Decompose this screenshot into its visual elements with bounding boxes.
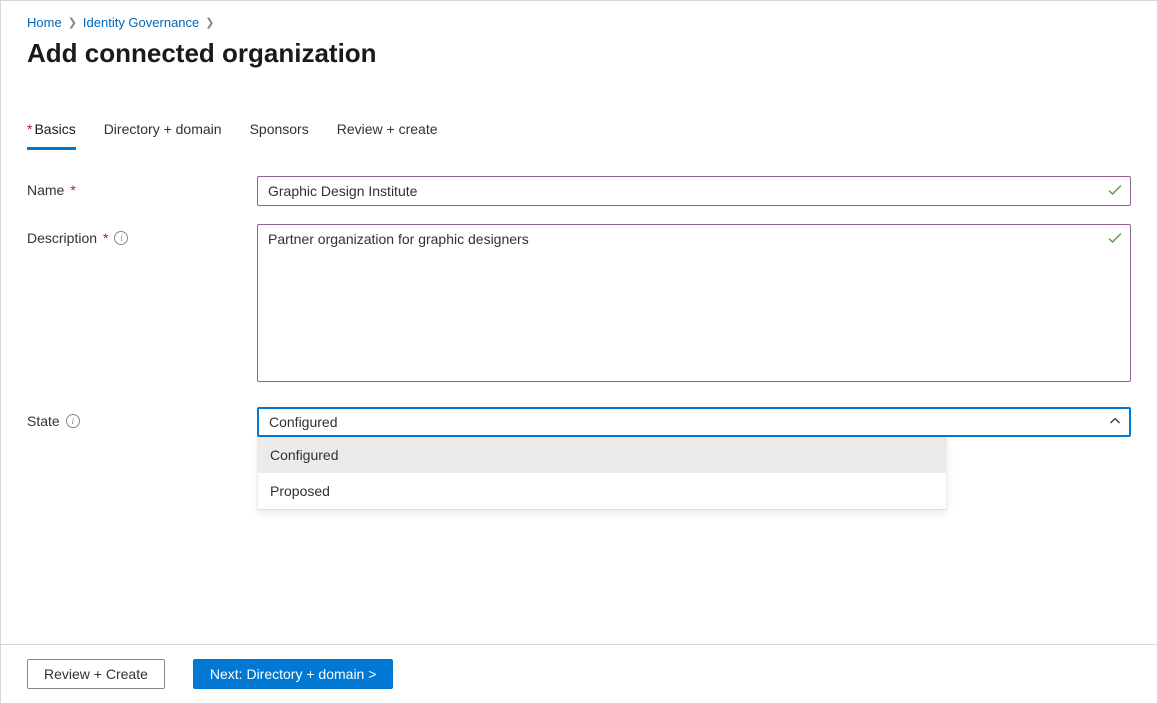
checkmark-icon [1107, 230, 1123, 249]
tab-basics[interactable]: *Basics [27, 117, 76, 150]
description-label: Description * i [27, 224, 257, 246]
name-input[interactable] [257, 176, 1131, 206]
breadcrumb: Home ❯ Identity Governance ❯ [27, 15, 1131, 30]
info-icon[interactable]: i [114, 231, 128, 245]
tab-review-create[interactable]: Review + create [337, 117, 438, 150]
state-dropdown-panel: Configured Proposed [257, 437, 947, 510]
required-marker: * [70, 182, 75, 198]
info-icon[interactable]: i [66, 414, 80, 428]
state-select[interactable]: Configured [257, 407, 1131, 437]
state-option-configured[interactable]: Configured [258, 437, 946, 473]
tab-directory-domain[interactable]: Directory + domain [104, 117, 222, 150]
footer: Review + Create Next: Directory + domain… [1, 644, 1157, 703]
name-label: Name * [27, 176, 257, 198]
checkmark-icon [1107, 182, 1123, 201]
review-create-button[interactable]: Review + Create [27, 659, 165, 689]
state-label: State i [27, 407, 257, 429]
tabs: *Basics Directory + domain Sponsors Revi… [27, 117, 1131, 150]
required-marker: * [103, 230, 108, 246]
required-marker: * [27, 121, 32, 137]
breadcrumb-home[interactable]: Home [27, 15, 62, 30]
state-select-value: Configured [269, 414, 338, 430]
next-button[interactable]: Next: Directory + domain > [193, 659, 394, 689]
chevron-right-icon: ❯ [68, 16, 77, 29]
breadcrumb-identity-governance[interactable]: Identity Governance [83, 15, 199, 30]
chevron-right-icon: ❯ [205, 16, 214, 29]
tab-sponsors[interactable]: Sponsors [250, 117, 309, 150]
description-input[interactable] [257, 224, 1131, 382]
tab-basics-label: Basics [34, 121, 75, 137]
state-option-proposed[interactable]: Proposed [258, 473, 946, 509]
page-title: Add connected organization [27, 38, 1131, 69]
chevron-up-icon [1109, 414, 1121, 430]
